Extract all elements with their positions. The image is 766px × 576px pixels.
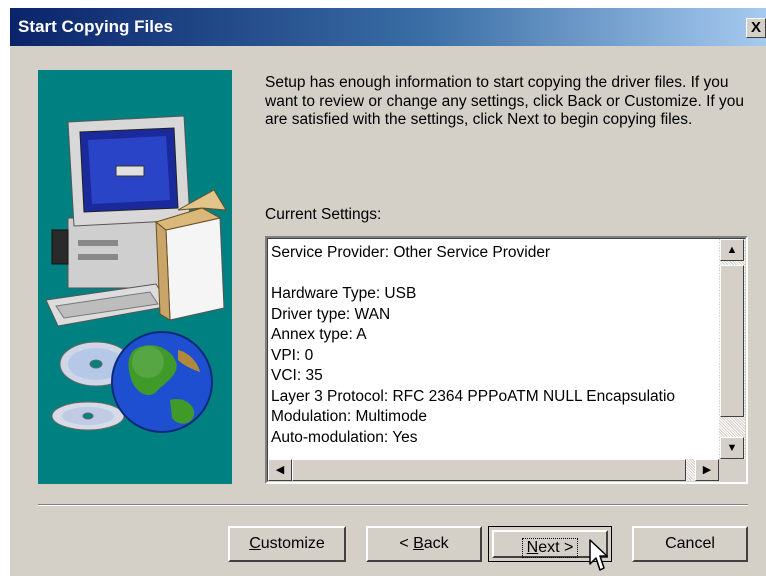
settings-line xyxy=(271,264,719,285)
current-settings-label: Current Settings: xyxy=(265,206,382,223)
settings-text: Service Provider: Other Service Provider… xyxy=(271,243,719,455)
scroll-down-button[interactable]: ▼ xyxy=(720,437,744,459)
settings-line: Modulation: Multimode xyxy=(271,408,427,425)
mouse-pointer-icon xyxy=(589,539,608,571)
scrollbar-corner xyxy=(719,459,745,481)
scroll-right-button[interactable]: ▶ xyxy=(695,459,719,481)
separator xyxy=(38,504,748,506)
globe-icon xyxy=(111,331,213,433)
customize-button[interactable]: Customize xyxy=(228,526,346,562)
scroll-down-arrow-icon: ▼ xyxy=(726,442,738,454)
settings-line: Layer 3 Protocol: RFC 2364 PPPoATM NULL … xyxy=(271,387,676,405)
back-button[interactable]: < Back xyxy=(366,526,482,562)
dialog-title: Start Copying Files xyxy=(18,17,173,36)
settings-line: Annex type: A xyxy=(271,326,367,343)
settings-line: VCI: 35 xyxy=(271,367,323,384)
horizontal-scroll-thumb[interactable] xyxy=(292,459,686,481)
back-mnemonic: B xyxy=(413,535,424,552)
settings-line: Auto-modulation: Yes xyxy=(271,428,418,446)
settings-line: VPI: 0 xyxy=(271,346,314,364)
customize-label: ustomize xyxy=(260,535,325,552)
next-focus-rect: Next > xyxy=(521,538,579,558)
setup-illustration xyxy=(38,70,232,484)
scroll-right-arrow-icon: ▶ xyxy=(702,464,712,476)
title-bar: Start Copying Files X xyxy=(10,8,766,46)
settings-line: Hardware Type: USB xyxy=(271,285,417,302)
scroll-left-button[interactable]: ◀ xyxy=(268,459,292,481)
close-button[interactable]: X xyxy=(746,18,766,38)
horizontal-scrollbar[interactable]: ◀ ▶ xyxy=(268,459,719,481)
back-label: ack xyxy=(423,535,449,552)
customize-mnemonic: C xyxy=(249,535,261,552)
scroll-left-arrow-icon: ◀ xyxy=(275,464,285,476)
scroll-up-arrow-icon: ▲ xyxy=(726,244,738,256)
cancel-button[interactable]: Cancel xyxy=(632,526,748,562)
vertical-scrollbar[interactable]: ▲ ▼ xyxy=(719,239,745,459)
next-label: ext > xyxy=(538,539,574,556)
current-settings-list[interactable]: Service Provider: Other Service Provider… xyxy=(265,236,748,484)
settings-line: Service Provider: Other Service Provider xyxy=(271,244,551,261)
next-mnemonic: N xyxy=(526,539,539,556)
computer-icon xyxy=(45,115,227,327)
back-label-prefix: < xyxy=(399,535,414,552)
intro-text: Setup has enough information to start co… xyxy=(265,74,744,128)
scroll-up-button[interactable]: ▲ xyxy=(720,239,744,261)
start-copying-files-dialog: Start Copying Files X Setup has enough i… xyxy=(10,8,766,576)
settings-line: Driver type: WAN xyxy=(271,305,391,323)
vertical-scroll-thumb[interactable] xyxy=(720,265,744,417)
